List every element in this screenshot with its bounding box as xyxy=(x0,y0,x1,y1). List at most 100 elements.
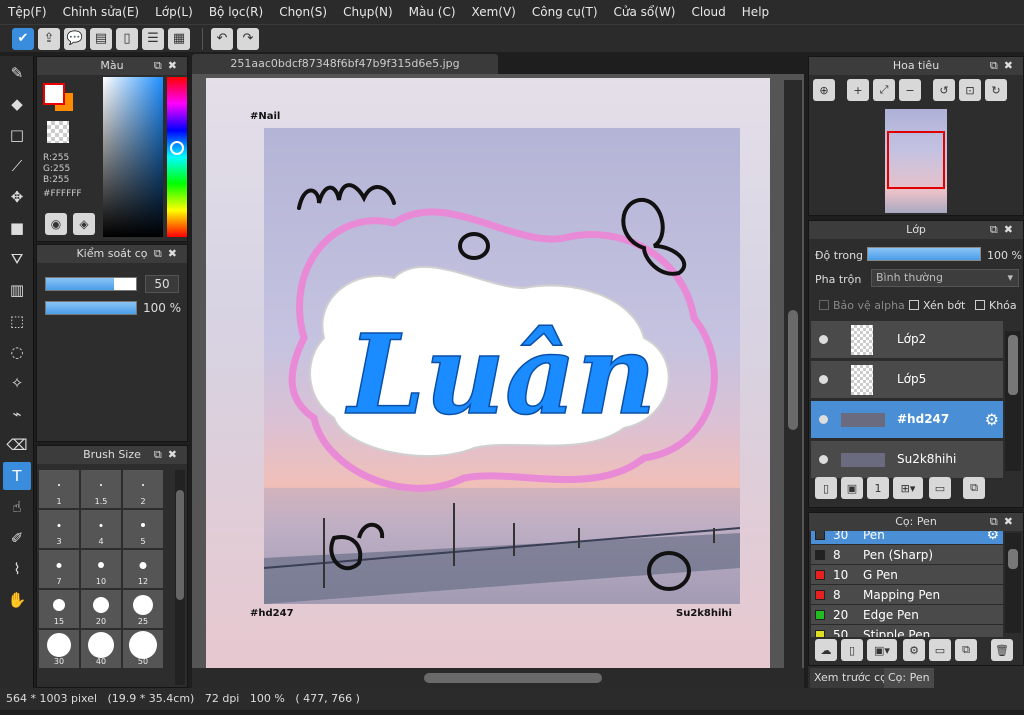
move-icon[interactable]: ✥ xyxy=(3,183,31,211)
panel-controls-icon[interactable]: ⧉✖ xyxy=(990,221,1019,239)
layer-row[interactable]: #hd247 ⚙ xyxy=(811,401,1003,439)
layer-list-scrollbar[interactable] xyxy=(1005,331,1021,471)
brush-size-cell[interactable]: 12 xyxy=(123,550,163,588)
zoom-out-icon[interactable]: − xyxy=(899,79,921,101)
zoom-in-icon[interactable]: + xyxy=(847,79,869,101)
brush-size-cell[interactable]: 30 xyxy=(39,630,79,668)
brush-settings-icon[interactable]: ⚙ xyxy=(903,639,925,661)
menu-view[interactable]: Xem(V) xyxy=(464,0,524,24)
brush-size-cell[interactable]: 7 xyxy=(39,550,79,588)
list-icon[interactable]: ☰ xyxy=(142,27,164,50)
canvas-area[interactable]: #Nail #hd247 Su2k8hihi Luân xyxy=(192,74,804,688)
brush-size-cell[interactable]: 5 xyxy=(123,510,163,548)
menu-cloud[interactable]: Cloud xyxy=(684,0,734,24)
panel-controls-icon[interactable]: ⧉✖ xyxy=(154,245,183,263)
select-eraser-icon[interactable]: ⌫ xyxy=(3,431,31,459)
canvas-vertical-scrollbar[interactable] xyxy=(784,80,802,668)
menu-file[interactable]: Tệp(F) xyxy=(0,0,55,24)
layer-opacity-slider[interactable] xyxy=(867,247,981,261)
gear-icon[interactable]: ⚙ xyxy=(985,410,999,429)
panel-controls-icon[interactable]: ⧉✖ xyxy=(154,446,183,464)
brush-menu-icon[interactable]: ▣▾ xyxy=(867,639,897,661)
new-1bit-layer-icon[interactable]: 1 xyxy=(867,477,889,499)
canvas-horizontal-scrollbar[interactable] xyxy=(192,668,804,688)
select-pen-icon[interactable]: ⌁ xyxy=(3,400,31,428)
line-icon[interactable]: ⟋ xyxy=(3,152,31,180)
palette-icon[interactable]: ◉ xyxy=(45,213,67,235)
duplicate-layer-icon[interactable]: ⧉ xyxy=(963,477,985,499)
gear-icon[interactable]: ⚙ xyxy=(986,531,999,545)
menu-layer[interactable]: Lớp(L) xyxy=(147,0,201,24)
layer-row[interactable]: Lớp2 xyxy=(811,321,1003,359)
canvas-page[interactable]: #Nail #hd247 Su2k8hihi Luân xyxy=(206,78,770,668)
bucket-icon[interactable]: ⛛ xyxy=(3,245,31,273)
brush-size-scroll-thumb[interactable] xyxy=(176,490,184,600)
page-icon[interactable]: ▯ xyxy=(116,27,138,50)
dropper-edit-icon[interactable]: ✐ xyxy=(3,524,31,552)
hand-pointer-icon[interactable]: ☝ xyxy=(3,493,31,521)
add-layer-menu-icon[interactable]: ⊞▾ xyxy=(893,477,923,499)
brush-size-cell[interactable]: 40 xyxy=(81,630,121,668)
brush-folder-icon[interactable]: ▭ xyxy=(929,639,951,661)
navigator-viewport-frame[interactable] xyxy=(887,131,945,189)
document-tab[interactable]: 251aac0bdcf87348f6bf47b9f315d6e5.jpg xyxy=(192,54,498,74)
zoom-actual-icon[interactable]: ⊕ xyxy=(813,79,835,101)
fill-rect-icon[interactable]: ■ xyxy=(3,214,31,242)
brush-size-cell[interactable]: 20 xyxy=(81,590,121,628)
protect-alpha-checkbox[interactable]: Bảo vệ alpha xyxy=(819,299,905,312)
brush-opacity-slider[interactable] xyxy=(45,301,137,315)
new-brush-icon[interactable]: ▯ xyxy=(841,639,863,661)
eye-icon[interactable] xyxy=(819,335,828,344)
brush-size-slider[interactable] xyxy=(45,277,137,291)
brush-size-cell[interactable]: 4 xyxy=(81,510,121,548)
brush-size-value[interactable]: 50 xyxy=(145,275,179,293)
share-icon[interactable]: ⇪ xyxy=(38,27,60,50)
saturation-value-picker[interactable] xyxy=(103,77,163,237)
new-halftone-layer-icon[interactable]: ▣ xyxy=(841,477,863,499)
foreground-color-swatch[interactable] xyxy=(43,83,65,105)
brush-size-cell[interactable]: 50 xyxy=(123,630,163,668)
panel-controls-icon[interactable]: ⧉✖ xyxy=(154,57,183,75)
cloud-download-icon[interactable]: ☁ xyxy=(815,639,837,661)
comment-icon[interactable]: ▤ xyxy=(90,27,112,50)
brush-list-scrollbar[interactable] xyxy=(1005,533,1021,633)
new-layer-icon[interactable]: ▯ xyxy=(815,477,837,499)
check-icon[interactable]: ✔ xyxy=(12,27,34,50)
layer-row[interactable]: Lớp5 xyxy=(811,361,1003,399)
brush-icon[interactable]: ✎ xyxy=(3,59,31,87)
clip-checkbox[interactable]: Xén bớt xyxy=(909,299,965,312)
tab-brush-preview[interactable]: Xem trước cọ xyxy=(810,668,891,688)
eyedropper-icon[interactable]: ⌇ xyxy=(3,555,31,583)
brush-size-cell[interactable]: 2 xyxy=(123,470,163,508)
eye-icon[interactable] xyxy=(819,415,828,424)
panel-controls-icon[interactable]: ⧉✖ xyxy=(990,513,1019,531)
menu-window[interactable]: Cửa sổ(W) xyxy=(606,0,684,24)
menu-help[interactable]: Help xyxy=(734,0,777,24)
brush-size-cell[interactable]: 15 xyxy=(39,590,79,628)
brush-size-cell[interactable]: 1 xyxy=(39,470,79,508)
canvas-horizontal-thumb[interactable] xyxy=(424,673,602,683)
brush-row[interactable]: 8 Mapping Pen xyxy=(811,585,1003,605)
eye-icon[interactable] xyxy=(819,375,828,384)
canvas-vertical-thumb[interactable] xyxy=(788,310,798,430)
brush-row[interactable]: 10 G Pen xyxy=(811,565,1003,585)
brush-row[interactable]: 8 Pen (Sharp) xyxy=(811,545,1003,565)
rotate-right-icon[interactable]: ↻ xyxy=(985,79,1007,101)
magic-wand-icon[interactable]: ✧ xyxy=(3,369,31,397)
layer-list-scroll-thumb[interactable] xyxy=(1008,335,1018,395)
eraser-icon[interactable]: ◆ xyxy=(3,90,31,118)
brush-size-cell[interactable]: 10 xyxy=(81,550,121,588)
eye-icon[interactable] xyxy=(819,455,828,464)
grid-edit-icon[interactable]: ▦ xyxy=(168,27,190,50)
redo-icon[interactable]: ↷ xyxy=(237,27,259,50)
brush-row[interactable]: 30 Pen ⚙ xyxy=(811,531,1003,545)
menu-color[interactable]: Màu (C) xyxy=(401,0,464,24)
brush-row[interactable]: 20 Edge Pen xyxy=(811,605,1003,625)
layer-row[interactable]: Su2k8hihi xyxy=(811,441,1003,479)
lasso-icon[interactable]: ◌ xyxy=(3,338,31,366)
panel-controls-icon[interactable]: ⧉✖ xyxy=(990,57,1019,75)
select-rect-icon[interactable]: ⬚ xyxy=(3,307,31,335)
fit-icon[interactable]: ⤢ xyxy=(873,79,895,101)
tab-brush-pen[interactable]: Cọ: Pen xyxy=(884,668,934,688)
brush-row[interactable]: 50 Stipple Pen xyxy=(811,625,1003,637)
